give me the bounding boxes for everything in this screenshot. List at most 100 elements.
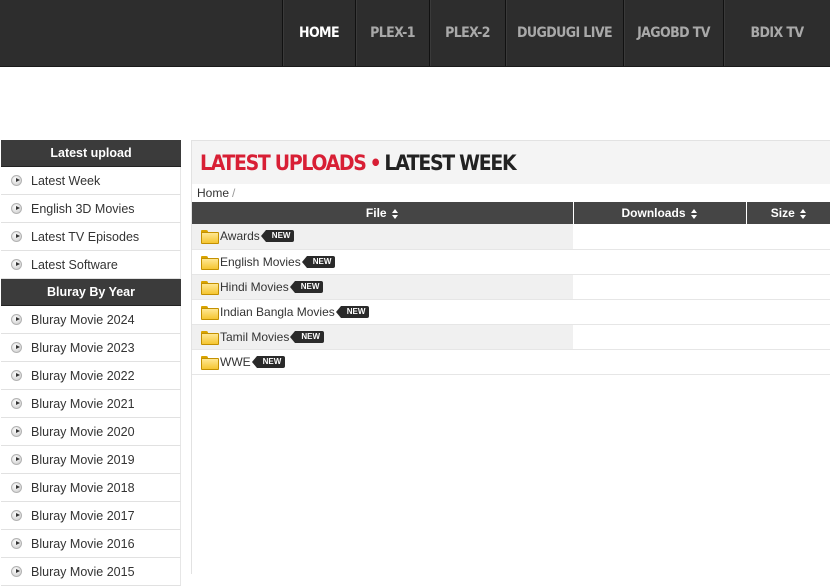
- arrow-bullet-icon: [11, 370, 22, 381]
- folder-link[interactable]: WWE NEW: [201, 354, 573, 370]
- breadcrumb-separator: /: [232, 186, 236, 200]
- sidebar-item-label: Bluray Movie 2020: [31, 424, 135, 439]
- sidebar-item[interactable]: Bluray Movie 2021: [1, 390, 181, 418]
- sidebar-item-label: Bluray Movie 2021: [31, 396, 135, 411]
- column-header-label: Downloads: [621, 206, 686, 220]
- sidebar-item[interactable]: Bluray Movie 2019: [1, 446, 181, 474]
- file-cell: English Movies NEW: [192, 249, 573, 275]
- sidebar-section-header: Latest upload: [1, 140, 181, 167]
- folder-link[interactable]: Indian Bangla Movies NEW: [201, 305, 573, 320]
- size-cell: [746, 249, 830, 275]
- folder-name: English Movies: [220, 254, 301, 269]
- sidebar-item[interactable]: Bluray Movie 2020: [1, 418, 181, 446]
- sidebar-item-label: Bluray Movie 2024: [31, 312, 135, 327]
- main-panel: LATEST UPLOADS • LATEST WEEK Home / File…: [191, 140, 830, 574]
- table-row: WWE NEW: [192, 349, 830, 375]
- arrow-bullet-icon: [11, 566, 22, 577]
- breadcrumb: Home /: [192, 184, 830, 202]
- nav-dugdugi-live[interactable]: DUGDUGI LIVE: [505, 0, 623, 66]
- file-cell: Indian Bangla Movies NEW: [192, 299, 573, 325]
- table-header-row: File Downloads Size: [192, 202, 830, 224]
- column-header-label: Size: [770, 206, 795, 220]
- downloads-cell: [573, 299, 746, 325]
- table-body: Awards NEW English Movies NEW Hindi Movies NE…: [192, 224, 830, 375]
- downloads-cell: [573, 274, 746, 300]
- sidebar-item-label: Bluray Movie 2015: [31, 564, 135, 579]
- arrow-bullet-icon: [11, 231, 22, 242]
- downloads-cell: [573, 224, 746, 250]
- folder-link[interactable]: Tamil Movies NEW: [201, 329, 573, 345]
- folder-link[interactable]: Hindi Movies NEW: [201, 279, 573, 295]
- file-cell: Tamil Movies NEW: [192, 324, 573, 350]
- size-cell: [746, 299, 830, 325]
- size-cell: [746, 324, 830, 350]
- folder-link[interactable]: Awards NEW: [201, 229, 573, 245]
- folder-icon: [201, 230, 219, 245]
- sidebar-item-label: Bluray Movie 2016: [31, 536, 135, 551]
- nav-bdix-tv[interactable]: BDIX TV: [723, 0, 830, 66]
- column-header-downloads[interactable]: Downloads: [573, 202, 747, 224]
- arrow-bullet-icon: [11, 482, 22, 493]
- folder-name: Tamil Movies: [220, 329, 290, 344]
- sidebar-item[interactable]: English 3D Movies: [1, 195, 181, 223]
- page-title: LATEST UPLOADS • LATEST WEEK: [192, 141, 830, 184]
- sidebar-item-label: Latest Week: [31, 173, 101, 188]
- new-badge: NEW: [301, 255, 336, 268]
- sidebar-item[interactable]: Bluray Movie 2016: [1, 530, 181, 558]
- sidebar-item-label: Bluray Movie 2022: [31, 368, 135, 383]
- sidebar-item[interactable]: Bluray Movie 2023: [1, 334, 181, 362]
- sort-icon: [391, 208, 399, 219]
- sort-icon: [690, 208, 698, 219]
- arrow-bullet-icon: [11, 538, 22, 549]
- sidebar-item[interactable]: Bluray Movie 2022: [1, 362, 181, 390]
- sidebar-item[interactable]: Latest TV Episodes: [1, 223, 181, 251]
- sidebar-section-header: Bluray By Year: [1, 279, 181, 306]
- sidebar-item-label: Latest Software: [31, 257, 118, 272]
- folder-link[interactable]: English Movies NEW: [201, 254, 573, 270]
- arrow-bullet-icon: [11, 314, 22, 325]
- top-navbar: HOME PLEX-1 PLEX-2 DUGDUGI LIVE JAGOBD TV BDI…: [0, 0, 830, 67]
- title-secondary: LATEST WEEK: [384, 150, 516, 175]
- folder-icon: [201, 305, 219, 320]
- column-header-file[interactable]: File: [192, 202, 574, 224]
- table-row: Indian Bangla Movies NEW: [192, 299, 830, 325]
- sidebar-item[interactable]: Bluray Movie 2024: [1, 306, 181, 334]
- sidebar-item-label: Bluray Movie 2023: [31, 340, 135, 355]
- column-header-label: File: [365, 206, 387, 220]
- arrow-bullet-icon: [11, 259, 22, 270]
- table-row: Hindi Movies NEW: [192, 274, 830, 300]
- file-table: File Downloads Size Awards NEW English Movie…: [192, 202, 830, 375]
- downloads-cell: [573, 324, 746, 350]
- new-badge: NEW: [289, 280, 324, 293]
- column-header-size[interactable]: Size: [746, 202, 830, 224]
- arrow-bullet-icon: [11, 398, 22, 409]
- folder-icon: [201, 330, 219, 345]
- title-separator: •: [369, 150, 382, 175]
- sidebar-item-label: Bluray Movie 2018: [31, 480, 135, 495]
- file-cell: Awards NEW: [192, 224, 573, 250]
- new-badge: NEW: [335, 305, 370, 318]
- new-badge: NEW: [260, 230, 295, 243]
- sidebar-item[interactable]: Bluray Movie 2015: [1, 558, 181, 586]
- arrow-bullet-icon: [11, 175, 22, 186]
- arrow-bullet-icon: [11, 426, 22, 437]
- folder-name: WWE: [220, 354, 251, 369]
- sidebar-item[interactable]: Latest Software: [1, 251, 181, 279]
- sort-icon: [799, 208, 807, 219]
- arrow-bullet-icon: [11, 510, 22, 521]
- folder-name: Hindi Movies: [220, 279, 289, 294]
- sidebar-item[interactable]: Bluray Movie 2017: [1, 502, 181, 530]
- main-nav: HOME PLEX-1 PLEX-2 DUGDUGI LIVE JAGOBD TV BDI…: [282, 0, 830, 66]
- sidebar-item-label: Bluray Movie 2017: [31, 508, 135, 523]
- new-badge: NEW: [251, 355, 286, 368]
- nav-plex-2[interactable]: PLEX-2: [429, 0, 505, 66]
- breadcrumb-home[interactable]: Home: [197, 186, 229, 200]
- sidebar-item[interactable]: Latest Week: [1, 167, 181, 195]
- sidebar-item[interactable]: Bluray Movie 2018: [1, 474, 181, 502]
- file-cell: WWE NEW: [192, 349, 573, 375]
- nav-jagobd-tv[interactable]: JAGOBD TV: [623, 0, 723, 66]
- size-cell: [746, 224, 830, 250]
- nav-plex-1[interactable]: PLEX-1: [355, 0, 429, 66]
- folder-name: Awards: [220, 229, 260, 244]
- nav-home[interactable]: HOME: [282, 0, 355, 66]
